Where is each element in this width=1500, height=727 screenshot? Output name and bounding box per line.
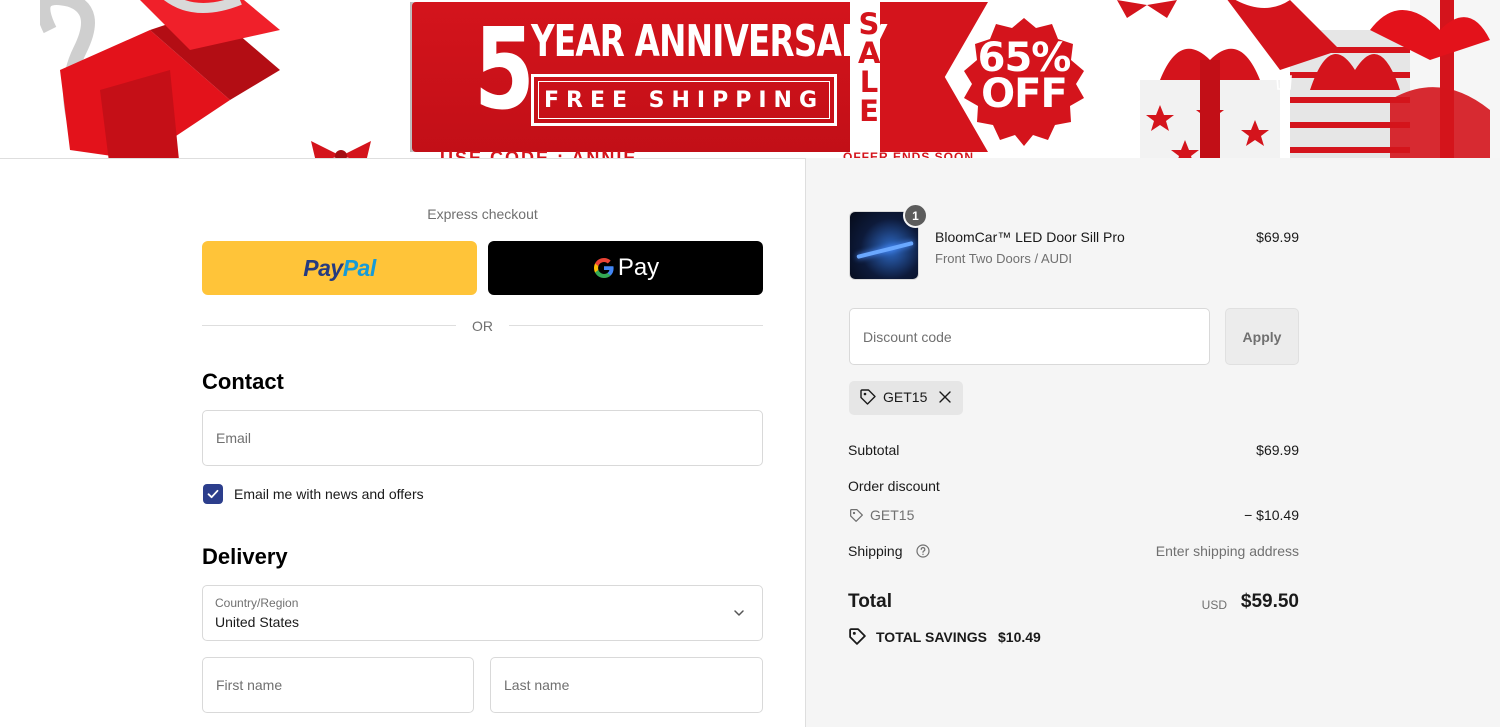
total-value: $59.50	[1240, 591, 1299, 612]
total-savings-value: $10.49	[998, 629, 1041, 645]
sale-letter: E	[859, 94, 879, 128]
badge-off: OFF	[981, 71, 1068, 117]
country-select[interactable]	[202, 585, 763, 641]
or-label: OR	[472, 318, 493, 334]
last-name-field[interactable]	[491, 658, 762, 712]
discount-tag-icon	[850, 509, 863, 522]
shopping-bag-icon[interactable]	[1272, 68, 1296, 92]
paypal-logo: PayPal	[303, 254, 376, 281]
total-savings-label: TOTAL SAVINGS	[876, 629, 987, 645]
email-field-wrapper	[202, 410, 763, 466]
newsletter-label: Email me with news and offers	[234, 486, 424, 502]
order-discount-label: Order discount	[848, 478, 940, 494]
order-discount-value: − $10.49	[1244, 507, 1299, 523]
first-name-field[interactable]	[203, 658, 473, 712]
google-g-icon	[593, 258, 614, 278]
sale-letter: S	[858, 7, 880, 41]
discount-field-wrapper	[849, 308, 1210, 365]
banner-subline: FREE SHIPPING	[543, 88, 825, 113]
banner-headline: YEAR ANNIVERSARY	[531, 16, 887, 67]
banner-offer-text: OFFER ENDS SOON	[843, 150, 975, 158]
country-select-label: Country/Region	[215, 596, 299, 610]
shipping-value: Enter shipping address	[1155, 543, 1299, 559]
discount-code-field[interactable]	[850, 309, 1209, 364]
panel-divider	[805, 158, 806, 727]
apply-discount-button[interactable]: Apply	[1225, 308, 1299, 365]
email-field[interactable]	[203, 411, 762, 465]
first-name-field-wrapper	[202, 657, 474, 713]
total-label: Total	[848, 591, 892, 612]
discount-badge-text: 65% OFF	[958, 38, 1090, 117]
google-pay-label: Pay	[617, 254, 660, 281]
promo-banner: 5 YEAR ANNIVERSARY FREE SHIPPING USE COD…	[0, 0, 1500, 158]
express-checkout-label: Express checkout	[427, 206, 538, 222]
subtotal-value: $69.99	[1256, 442, 1299, 458]
checkmark-icon	[207, 489, 219, 499]
or-separator: OR	[202, 316, 763, 336]
tag-icon	[860, 389, 876, 405]
contact-heading: Contact	[202, 369, 284, 394]
paypal-button[interactable]: PayPal	[202, 241, 477, 295]
subtotal-label: Subtotal	[848, 442, 900, 458]
shipping-label: Shipping	[848, 543, 903, 559]
gift-box-left-image	[40, 0, 280, 158]
product-name: BloomCar™ LED Door Sill Pro	[935, 229, 1125, 245]
banner-number: 5	[474, 5, 535, 135]
gift-boxes-right-image	[1140, 0, 1500, 158]
delivery-heading: Delivery	[202, 544, 288, 569]
bow-decoration-image	[311, 141, 371, 158]
chevron-down-icon	[734, 610, 744, 616]
last-name-field-wrapper	[490, 657, 763, 713]
country-select-value: United States	[215, 614, 300, 630]
sale-letter: L	[859, 65, 879, 99]
sale-vertical-text: S A L E	[858, 10, 880, 126]
savings-tag-icon	[849, 628, 866, 645]
remove-discount-close-icon[interactable]	[937, 389, 953, 405]
order-discount-code: GET15	[870, 507, 915, 523]
applied-discount-code: GET15	[883, 389, 928, 405]
help-question-icon[interactable]	[916, 544, 930, 558]
quantity-badge: 1	[903, 203, 928, 228]
banner-code-text: USE CODE : ANNIE	[440, 148, 638, 158]
google-pay-button[interactable]: Pay	[488, 241, 763, 295]
sale-letter: A	[858, 36, 881, 70]
product-variant: Front Two Doors / AUDI	[935, 251, 1073, 266]
total-currency: USD	[1201, 598, 1227, 612]
product-price: $69.99	[1256, 229, 1299, 245]
newsletter-checkbox[interactable]	[203, 484, 223, 504]
